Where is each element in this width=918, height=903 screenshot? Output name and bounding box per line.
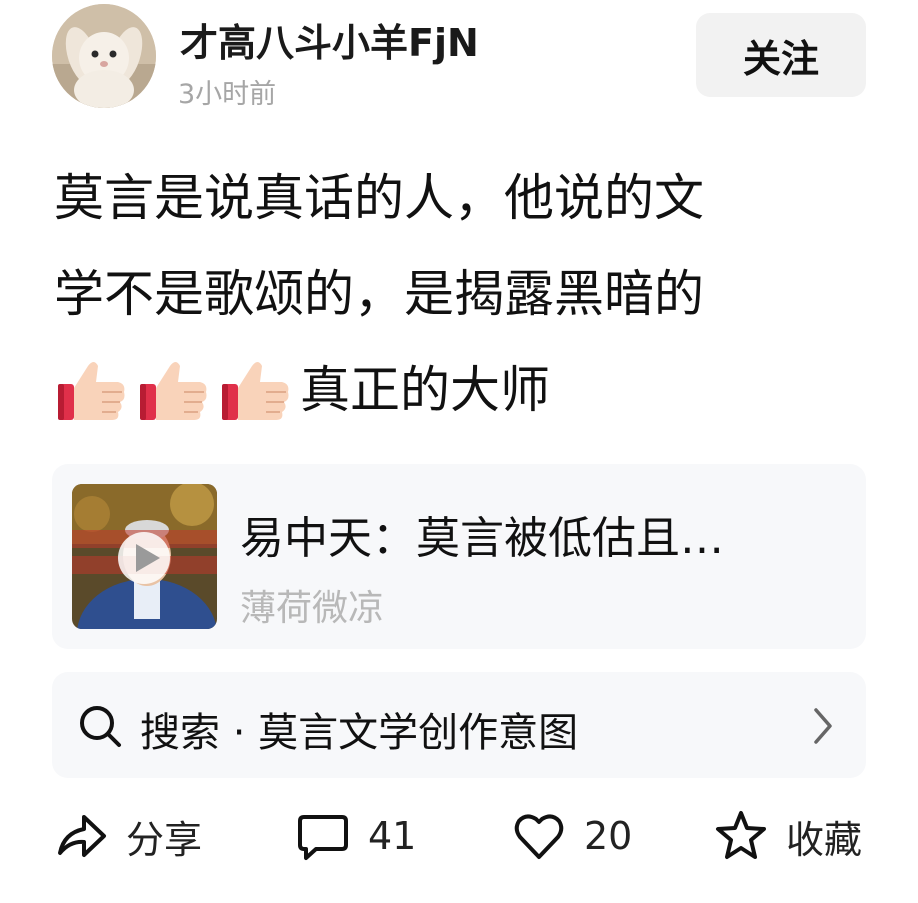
favorite-label: 收藏 — [786, 817, 863, 862]
rabbit-avatar-image — [52, 4, 156, 108]
post-content: 莫言是说真话的人，他说的文 学不是歌颂的，是揭露黑暗的 真正的大师 — [54, 150, 874, 438]
comment-button[interactable]: 41 — [296, 806, 416, 866]
search-icon — [80, 706, 121, 747]
follow-button[interactable]: 关注 — [696, 13, 866, 97]
related-search-bar[interactable]: 搜索 · 莫言文学创作意图 — [52, 672, 866, 778]
username[interactable]: 才高八斗小羊FjN — [180, 12, 479, 67]
star-icon — [716, 811, 766, 859]
linked-video-card[interactable]: 易中天：莫言被低估且… 薄荷微凉 — [52, 464, 866, 649]
thumbs-up-icon — [140, 362, 207, 420]
share-button[interactable]: 分享 — [54, 806, 202, 866]
avatar[interactable] — [52, 4, 156, 108]
comment-icon — [298, 815, 348, 860]
favorite-button[interactable]: 收藏 — [714, 806, 862, 866]
thumbs-up-emoji-group — [54, 354, 300, 426]
post-text-line-1: 莫言是说真话的人，他说的文 — [54, 169, 704, 227]
share-label: 分享 — [126, 817, 203, 862]
post-timestamp: 3小时前 — [178, 79, 277, 110]
video-source: 薄荷微凉 — [240, 588, 385, 629]
like-count: 20 — [584, 814, 633, 858]
comment-count: 41 — [368, 814, 417, 858]
video-thumbnail[interactable] — [72, 484, 217, 629]
post-text-line-3: 真正的大师 — [54, 342, 874, 438]
share-icon — [58, 815, 106, 857]
post-text-line-3-text: 真正的大师 — [300, 361, 550, 419]
chevron-right-icon — [814, 708, 832, 744]
video-title[interactable]: 易中天：莫言被低估且… — [240, 502, 840, 566]
thumbs-up-icon — [58, 362, 125, 420]
thumbs-up-icon — [222, 362, 289, 420]
heart-icon — [514, 814, 564, 859]
post-text-line-2: 学不是歌颂的，是揭露黑暗的 — [54, 265, 704, 323]
like-button[interactable]: 20 — [512, 806, 632, 866]
video-thumbnail-image — [72, 484, 217, 629]
related-search-label[interactable]: 搜索 · 莫言文学创作意图 — [140, 700, 578, 758]
